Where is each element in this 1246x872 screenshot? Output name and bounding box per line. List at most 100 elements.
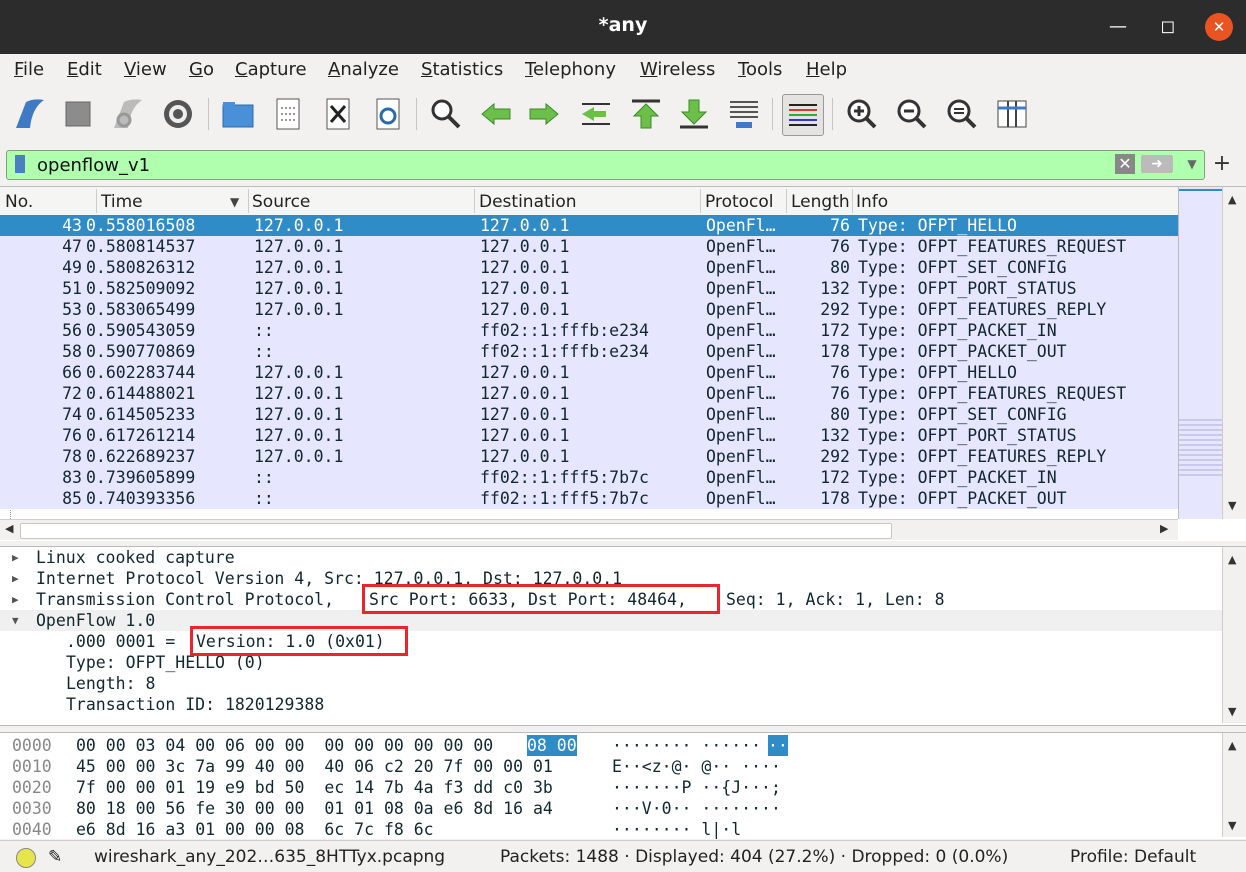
expand-arrow-icon[interactable]: ▶ [12, 547, 19, 568]
close-file-icon[interactable] [318, 94, 358, 134]
scroll-up-arrow-icon[interactable]: ▲ [1228, 553, 1236, 566]
hex-ascii: E··<z·@· @·· ···· [612, 757, 781, 776]
last-packet-icon[interactable] [674, 94, 714, 134]
menu-go[interactable]: Go [189, 59, 214, 80]
menu-view[interactable]: View [124, 59, 167, 80]
expand-arrow-icon[interactable]: ▶ [12, 568, 19, 589]
table-row[interactable]: 83 0.739605899:: ff02::1:fff5:7b7c OpenFl… 1… [0, 467, 1178, 488]
table-row[interactable]: 43 0.558016508 127.0.0.1 127.0.0.1 OpenFl… 76… [0, 215, 1178, 236]
toolbar-separator [772, 98, 773, 130]
hex-bytes: 45 00 00 3c 7a 99 40 00 40 06 c2 20 7f 0… [76, 757, 553, 776]
menu-statistics[interactable]: Statistics [421, 59, 503, 80]
column-separator[interactable] [474, 189, 475, 213]
cell-dst: 127.0.0.1 [480, 363, 570, 382]
cell-src: 127.0.0.1 [254, 426, 344, 445]
expert-info-indicator-icon[interactable] [16, 848, 36, 868]
menu-tools[interactable]: Tools [738, 59, 782, 80]
find-packet-magnifier-icon[interactable] [426, 94, 466, 134]
save-file-icon[interactable] [268, 94, 308, 134]
display-filter-field[interactable]: ✕ ➜ ▼ [6, 150, 1205, 180]
cell-time: 0.614488021 [86, 384, 196, 403]
resize-columns-icon[interactable] [992, 94, 1032, 134]
column-header-protocol[interactable]: Protocol [705, 192, 774, 212]
start-capture-icon[interactable] [10, 94, 50, 134]
column-separator[interactable] [786, 189, 787, 213]
packet-minimap[interactable] [1178, 187, 1223, 519]
add-filter-button-plus-icon[interactable]: + [1212, 150, 1232, 178]
scroll-down-arrow-icon[interactable]: ▼ [1228, 819, 1236, 832]
column-separator[interactable] [96, 189, 97, 213]
scroll-down-arrow-icon[interactable]: ▼ [1228, 705, 1236, 718]
table-row[interactable]: 51 0.582509092 127.0.0.1 127.0.0.1 OpenFl… 13… [0, 278, 1178, 299]
scroll-up-arrow-icon[interactable]: ▲ [1228, 193, 1236, 206]
details-vertical-scrollbar[interactable]: ▲ ▼ [1222, 547, 1246, 723]
column-header-source[interactable]: Source [252, 192, 310, 212]
column-header-time[interactable]: Time [101, 192, 143, 212]
menu-capture[interactable]: Capture [235, 59, 307, 80]
table-row[interactable]: 74 0.614505233 127.0.0.1 127.0.0.1 OpenFl… 80… [0, 404, 1178, 425]
menu-analyze[interactable]: Analyze [328, 59, 399, 80]
packet-list-horizontal-scrollbar[interactable]: ◀ ▶ [0, 519, 1178, 540]
filter-history-chevron-down-icon[interactable]: ▼ [1183, 153, 1201, 175]
capture-comment-edit-icon[interactable]: ✎ [48, 847, 62, 867]
column-separator[interactable] [248, 189, 249, 213]
table-row[interactable]: 78 0.622689237 127.0.0.1 127.0.0.1 OpenFl… 29… [0, 446, 1178, 467]
table-row[interactable]: 49 0.580826312 127.0.0.1 127.0.0.1 OpenFl… 80… [0, 257, 1178, 278]
go-forward-arrow-icon[interactable] [524, 94, 564, 134]
sort-descending-icon: ▼ [230, 195, 240, 209]
colorize-list-icon[interactable] [782, 94, 824, 136]
column-header-destination[interactable]: Destination [479, 192, 577, 212]
table-row[interactable]: 76 0.617261214 127.0.0.1 127.0.0.1 OpenFl… 13… [0, 425, 1178, 446]
menu-help[interactable]: Help [806, 59, 847, 80]
cell-no: 72 [62, 384, 82, 403]
zoom-in-icon[interactable] [842, 94, 882, 134]
scroll-up-arrow-icon[interactable]: ▲ [1228, 739, 1236, 752]
first-packet-icon[interactable] [626, 94, 666, 134]
table-row[interactable]: 72 0.614488021 127.0.0.1 127.0.0.1 OpenFl… 76… [0, 383, 1178, 404]
column-separator[interactable] [700, 189, 701, 213]
cell-dst: 127.0.0.1 [480, 426, 570, 445]
maximize-button[interactable]: ◻ [1154, 13, 1182, 41]
restart-capture-icon[interactable] [108, 94, 148, 134]
menu-telephony[interactable]: Telephony [525, 59, 616, 80]
table-row[interactable]: 47 0.580814537 127.0.0.1 127.0.0.1 OpenFl… 76… [0, 236, 1178, 257]
stop-capture-icon[interactable] [58, 94, 98, 134]
column-separator[interactable] [852, 189, 853, 213]
menu-edit[interactable]: Edit [67, 59, 102, 80]
scroll-left-arrow-icon[interactable]: ◀ [5, 522, 13, 535]
profile-selector[interactable]: Profile: Default [1070, 847, 1196, 867]
horizontal-scroll-thumb[interactable] [20, 523, 892, 539]
table-row[interactable]: 53 0.583065499 127.0.0.1 127.0.0.1 OpenFl… 29… [0, 299, 1178, 320]
collapse-arrow-icon[interactable]: ▼ [12, 610, 19, 631]
apply-filter-arrow-icon[interactable]: ➜ [1141, 155, 1173, 173]
reload-file-icon[interactable] [368, 94, 408, 134]
go-to-packet-icon[interactable] [576, 94, 616, 134]
display-filter-input[interactable] [37, 153, 1112, 177]
cell-len: 292 [820, 300, 850, 319]
minimize-button[interactable]: — [1104, 13, 1132, 41]
menu-file[interactable]: File [14, 59, 44, 80]
column-header-no[interactable]: No. [5, 192, 33, 212]
filter-bookmark-icon[interactable] [15, 155, 25, 173]
bytes-vertical-scrollbar[interactable]: ▲ ▼ [1222, 733, 1246, 837]
table-row[interactable]: 56 0.590543059:: ff02::1:fffb:e234 OpenFl… 1… [0, 320, 1178, 341]
close-button[interactable]: ✕ [1205, 13, 1233, 41]
menu-wireless[interactable]: Wireless [640, 59, 715, 80]
expand-arrow-icon[interactable]: ▶ [12, 589, 19, 610]
table-row[interactable]: 58 0.590770869:: ff02::1:fffb:e234 OpenFl… 1… [0, 341, 1178, 362]
packet-list-vertical-scrollbar[interactable]: ▲ ▼ [1222, 187, 1246, 519]
clear-filter-icon[interactable]: ✕ [1115, 154, 1135, 174]
column-header-length[interactable]: Length [791, 192, 850, 212]
table-row[interactable]: 85 0.740393356:: ff02::1:fff5:7b7c OpenFl… 1… [0, 488, 1178, 509]
column-header-info[interactable]: Info [856, 192, 888, 212]
capture-options-gear-icon[interactable] [158, 94, 198, 134]
table-row[interactable]: 66 0.602283744 127.0.0.1 127.0.0.1 OpenFl… 76… [0, 362, 1178, 383]
cell-src: 127.0.0.1 [254, 258, 344, 277]
open-file-folder-icon[interactable] [218, 94, 258, 134]
zoom-out-icon[interactable] [892, 94, 932, 134]
normal-size-icon[interactable] [942, 94, 982, 134]
auto-scroll-icon[interactable] [724, 94, 764, 134]
scroll-right-arrow-icon[interactable]: ▶ [1160, 522, 1168, 535]
go-back-arrow-icon[interactable] [476, 94, 516, 134]
scroll-down-arrow-icon[interactable]: ▼ [1228, 499, 1236, 512]
